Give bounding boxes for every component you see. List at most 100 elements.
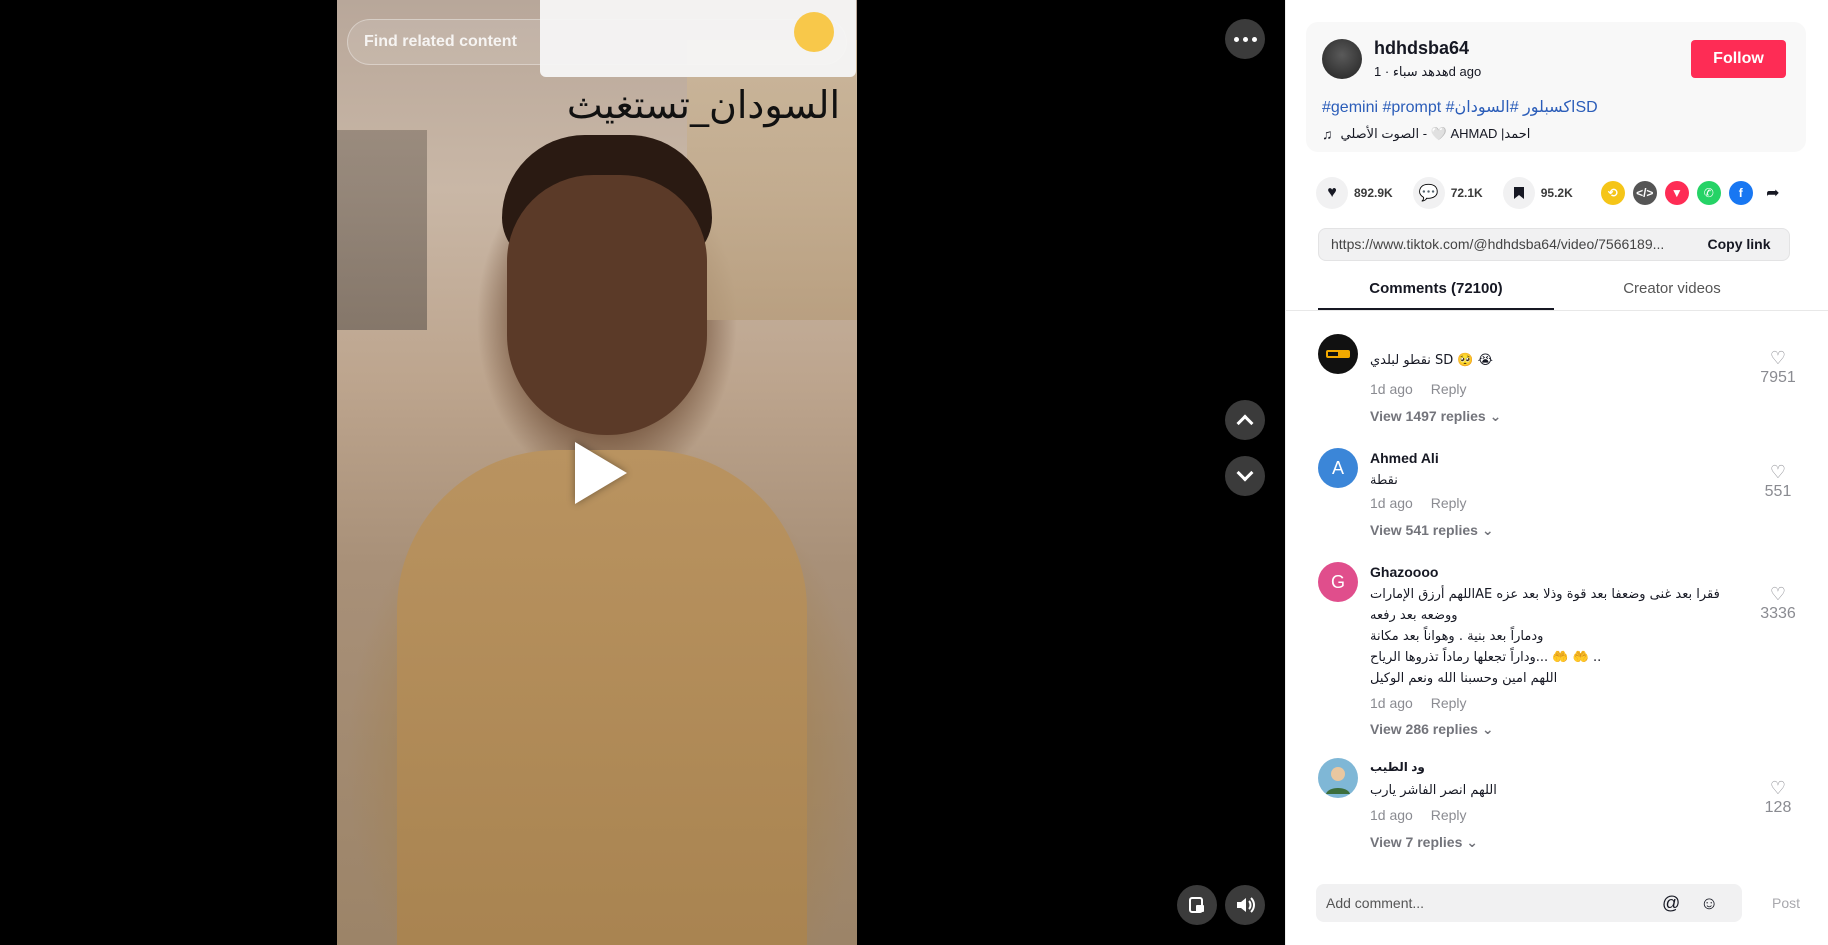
tabs-divider [1286, 310, 1828, 311]
comment-text: نقطة [1370, 473, 1398, 488]
comment-like-count: 551 [1764, 483, 1792, 500]
share-arrow-icon[interactable]: ➦ [1760, 181, 1785, 205]
share-link-field[interactable]: https://www.tiktok.com/@hdhdsba64/video/… [1318, 228, 1790, 261]
comment-like[interactable]: ♡ 128 [1758, 778, 1798, 817]
comment-avatar[interactable] [1318, 758, 1358, 798]
heart-outline-icon[interactable]: ♡ [1770, 584, 1786, 604]
comment-like-count: 7951 [1760, 369, 1796, 386]
comments-list: نقطو لبلدي SD 🥺 😭 1d ago Reply View 1497… [1286, 320, 1828, 860]
comment-item: ود الطيب اللهم انصر الفاشر يارب 1d ago R… [1318, 758, 1798, 858]
crying-face-emoji-icon [794, 11, 834, 52]
more-dots-icon [1233, 36, 1257, 42]
chevron-down-icon: ⌄ [1489, 408, 1502, 424]
play-icon[interactable] [575, 442, 627, 504]
reply-button[interactable]: Reply [1431, 381, 1467, 397]
save-action[interactable]: 95.2K [1502, 177, 1573, 209]
music-title[interactable]: الصوت الأصلي - 🤍 AHMAD |احمد [1341, 126, 1531, 142]
video-hashtags[interactable]: #gemini #prompt #اكسبلور #السودانSD [1322, 97, 1598, 117]
tab-comments[interactable]: Comments (72100) [1318, 276, 1554, 310]
speaker-icon [1237, 897, 1255, 913]
send-to-friends-icon[interactable]: ▼ [1664, 181, 1689, 205]
whatsapp-icon[interactable]: ✆ [1696, 181, 1721, 205]
music-info[interactable]: ♫ الصوت الأصلي - 🤍 AHMAD |احمد [1322, 126, 1530, 142]
video-player-area: Find related content السودان_تستغيث [0, 0, 1285, 945]
music-note-icon: ♫ [1322, 126, 1333, 142]
video-background-wall [337, 130, 427, 330]
comment-item: G Ghazoooo اللهم أرزق الإماراتAE فقرا بع… [1318, 562, 1798, 742]
save-count: 95.2K [1540, 186, 1573, 200]
like-action[interactable]: ♥ 892.9K [1316, 177, 1393, 209]
heart-outline-icon[interactable]: ♡ [1770, 462, 1786, 482]
view-replies-label: View 7 replies [1370, 834, 1463, 850]
embed-code-icon[interactable]: </> [1632, 181, 1657, 205]
copy-link-button[interactable]: Copy link [1689, 229, 1789, 260]
comment-bubble-icon[interactable]: 💬 [1412, 177, 1445, 209]
comment-text-line: ووضعه بعد رفعه [1370, 608, 1458, 623]
heart-icon[interactable]: ♥ [1316, 177, 1348, 209]
comment-time: 1d ago [1370, 381, 1413, 397]
view-replies-button[interactable]: View 7 replies ⌄ [1370, 834, 1478, 851]
comment-action[interactable]: 💬 72.1K [1412, 177, 1483, 209]
comment-meta: 1d ago Reply [1370, 495, 1467, 511]
comment-like-count: 128 [1764, 799, 1792, 816]
author-avatar[interactable] [1322, 39, 1362, 79]
author-meta: هدهد سباء · 1d ago [1374, 64, 1481, 80]
previous-video-button[interactable] [1225, 400, 1265, 440]
chevron-down-icon: ⌄ [1481, 721, 1494, 737]
reply-button[interactable]: Reply [1431, 495, 1467, 511]
chevron-up-icon [1236, 414, 1254, 432]
repost-icon[interactable]: ⟲ [1600, 181, 1625, 205]
emoji-icon[interactable]: ☺ [1700, 884, 1718, 922]
comment-time: 1d ago [1370, 695, 1413, 711]
comment-time: 1d ago [1370, 495, 1413, 511]
comment-like[interactable]: ♡ 7951 [1758, 348, 1798, 387]
view-replies-button[interactable]: View 541 replies ⌄ [1370, 522, 1494, 539]
comment-count: 72.1K [1450, 186, 1483, 200]
heart-outline-icon[interactable]: ♡ [1770, 778, 1786, 798]
comment-author[interactable]: Ahmed Ali [1370, 450, 1439, 466]
comment-item: نقطو لبلدي SD 🥺 😭 1d ago Reply View 1497… [1318, 334, 1798, 434]
comment-text-line: وداراً تجعلها رماداً تذروها الرياح... 🤲 … [1370, 650, 1602, 665]
author-nickname: هدهد سباء [1392, 64, 1449, 79]
comment-meta: 1d ago Reply [1370, 695, 1467, 711]
comment-input[interactable]: Add comment... @ ☺ [1316, 884, 1742, 922]
comment-author[interactable]: Ghazoooo [1370, 564, 1438, 580]
post-comment-button[interactable]: Post [1772, 884, 1800, 922]
video-subject-shirt [397, 450, 807, 945]
author-card: hdhdsba64 هدهد سباء · 1d ago Follow #gem… [1306, 22, 1806, 152]
facebook-icon[interactable]: f [1728, 181, 1753, 205]
comment-text-line: ودماراً بعد بنية . وهواناً بعد مكانة [1370, 629, 1544, 644]
chevron-down-icon: ⌄ [1481, 522, 1494, 538]
reply-button[interactable]: Reply [1431, 695, 1467, 711]
picture-in-picture-button[interactable] [1177, 885, 1217, 925]
mention-icon[interactable]: @ [1662, 884, 1680, 922]
comment-text: اللهم أرزق الإماراتAE فقرا بعد غنى وضعفا… [1370, 584, 1730, 689]
comment-item: A Ahmed Ali نقطة 1d ago Reply View 541 r… [1318, 448, 1798, 548]
meta-separator: · [1381, 64, 1390, 79]
volume-button[interactable] [1225, 885, 1265, 925]
floating-player-icon [1189, 897, 1204, 913]
more-options-button[interactable] [1225, 19, 1265, 59]
comment-author[interactable]: ود الطيب [1370, 760, 1425, 774]
next-video-button[interactable] [1225, 456, 1265, 496]
heart-outline-icon[interactable]: ♡ [1770, 348, 1786, 368]
share-link-url: https://www.tiktok.com/@hdhdsba64/video/… [1331, 236, 1665, 252]
author-username[interactable]: hdhdsba64 [1374, 38, 1469, 59]
bookmark-icon[interactable] [1502, 177, 1535, 209]
action-bar: ♥ 892.9K 💬 72.1K 95.2K ⟲ </> ▼ ✆ f ➦ [1316, 177, 1816, 209]
comment-meta: 1d ago Reply [1370, 807, 1467, 823]
follow-button[interactable]: Follow [1691, 40, 1786, 78]
comment-like[interactable]: ♡ 551 [1758, 462, 1798, 501]
comment-like[interactable]: ♡ 3336 [1758, 584, 1798, 623]
tab-creator-videos[interactable]: Creator videos [1554, 276, 1790, 310]
comment-avatar[interactable]: G [1318, 562, 1358, 602]
view-replies-label: View 541 replies [1370, 522, 1478, 538]
view-replies-button[interactable]: View 1497 replies ⌄ [1370, 408, 1501, 425]
comment-avatar[interactable]: A [1318, 448, 1358, 488]
view-replies-button[interactable]: View 286 replies ⌄ [1370, 721, 1494, 738]
comment-text-line: اللهم امين وحسبنا الله ونعم الوكيل [1370, 671, 1558, 686]
panel-tabs: Comments (72100) Creator videos [1318, 276, 1790, 310]
like-count: 892.9K [1354, 186, 1393, 200]
reply-button[interactable]: Reply [1431, 807, 1467, 823]
comment-avatar[interactable] [1318, 334, 1358, 374]
